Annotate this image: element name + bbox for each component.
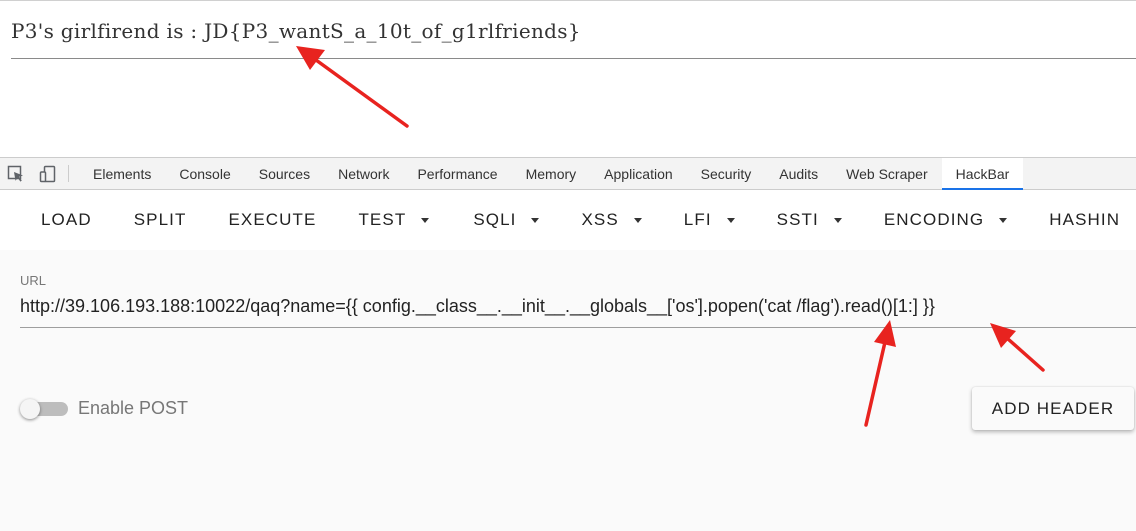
tab-hackbar[interactable]: HackBar bbox=[941, 158, 1024, 190]
lfi-label: LFI bbox=[683, 210, 712, 229]
add-header-label: ADD HEADER bbox=[991, 398, 1115, 418]
url-input[interactable]: http://39.106.193.188:10022/qaq?name={{ … bbox=[20, 296, 1136, 317]
lfi-menu-button[interactable]: LFI bbox=[663, 190, 756, 250]
page-content: P3's girlfirend is : JD{P3_wantS_a_10t_o… bbox=[0, 0, 1136, 157]
caret-down-icon bbox=[421, 217, 430, 223]
page-divider bbox=[11, 58, 1136, 59]
test-menu-button[interactable]: TEST bbox=[337, 190, 450, 250]
device-toolbar-icon[interactable] bbox=[32, 158, 64, 189]
tab-console[interactable]: Console bbox=[165, 158, 244, 189]
tab-elements[interactable]: Elements bbox=[79, 158, 165, 189]
hackbar-toolbar: LOAD SPLIT EXECUTE TEST SQLI XSS LFI SST… bbox=[0, 190, 1136, 250]
hackbar-panel: URL http://39.106.193.188:10022/qaq?name… bbox=[0, 250, 1136, 531]
load-label: LOAD bbox=[41, 210, 92, 229]
caret-down-icon bbox=[633, 217, 642, 223]
execute-label: EXECUTE bbox=[228, 210, 317, 229]
load-button[interactable]: LOAD bbox=[0, 190, 113, 250]
tab-audits[interactable]: Audits bbox=[765, 158, 832, 189]
execute-button[interactable]: EXECUTE bbox=[207, 190, 337, 250]
ssti-label: SSTI bbox=[776, 210, 819, 229]
enable-post-toggle[interactable] bbox=[20, 399, 68, 419]
sqli-menu-button[interactable]: SQLI bbox=[452, 190, 560, 250]
tab-network[interactable]: Network bbox=[324, 158, 403, 189]
caret-down-icon bbox=[999, 217, 1008, 223]
xss-menu-button[interactable]: XSS bbox=[560, 190, 662, 250]
tab-separator bbox=[68, 165, 69, 182]
tab-application[interactable]: Application bbox=[590, 158, 687, 189]
inspect-element-icon[interactable] bbox=[0, 158, 32, 189]
split-button[interactable]: SPLIT bbox=[113, 190, 208, 250]
split-label: SPLIT bbox=[133, 210, 187, 229]
caret-down-icon bbox=[833, 217, 842, 223]
test-label: TEST bbox=[358, 210, 407, 229]
tab-memory[interactable]: Memory bbox=[512, 158, 591, 189]
enable-post-label: Enable POST bbox=[78, 398, 189, 418]
xss-label: XSS bbox=[581, 210, 619, 229]
hashing-label: HASHIN bbox=[1049, 210, 1121, 229]
devtools-tab-bar: Elements Console Sources Network Perform… bbox=[0, 157, 1136, 190]
url-input-underline bbox=[20, 327, 1136, 328]
sqli-label: SQLI bbox=[473, 210, 517, 229]
add-header-button[interactable]: ADD HEADER bbox=[972, 387, 1134, 430]
tab-performance[interactable]: Performance bbox=[403, 158, 511, 189]
flag-text: P3's girlfirend is : JD{P3_wantS_a_10t_o… bbox=[11, 19, 581, 43]
caret-down-icon bbox=[531, 217, 540, 223]
ssti-menu-button[interactable]: SSTI bbox=[756, 190, 863, 250]
tab-security[interactable]: Security bbox=[687, 158, 766, 189]
tab-sources[interactable]: Sources bbox=[245, 158, 324, 189]
tab-web-scraper[interactable]: Web Scraper bbox=[832, 158, 941, 189]
hashing-menu-button[interactable]: HASHIN bbox=[1028, 190, 1136, 250]
encoding-menu-button[interactable]: ENCODING bbox=[863, 190, 1028, 250]
url-field-label: URL bbox=[20, 273, 47, 288]
caret-down-icon bbox=[726, 217, 735, 223]
toggle-thumb bbox=[20, 399, 40, 419]
encoding-label: ENCODING bbox=[883, 210, 985, 229]
